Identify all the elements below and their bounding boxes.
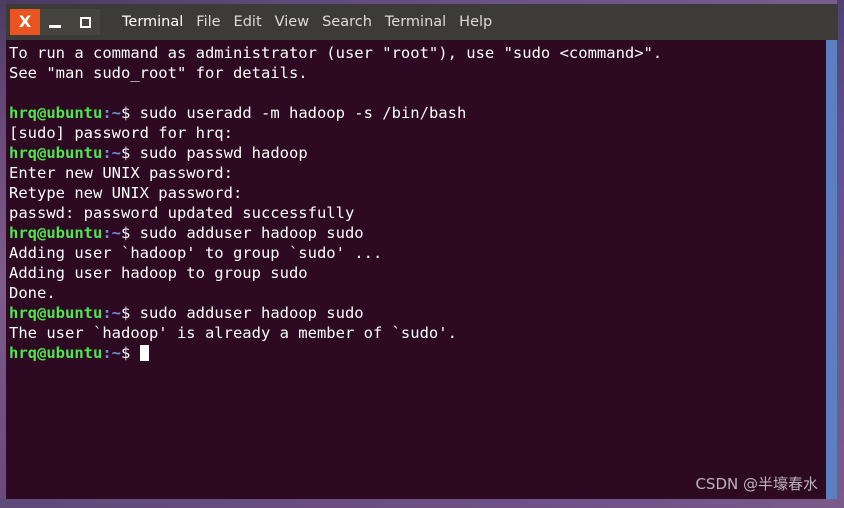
- terminal-line: passwd: password updated successfully: [9, 203, 826, 223]
- terminal-command: sudo adduser hadoop sudo: [130, 224, 364, 242]
- prompt-user: hrq@ubuntu: [9, 344, 103, 362]
- terminal-text: To run a command as administrator (user …: [9, 43, 826, 363]
- terminal-line: hrq@ubuntu:~$ sudo adduser hadoop sudo: [9, 303, 826, 323]
- text-cursor: [139, 345, 149, 361]
- terminal-line: See "man sudo_root" for details.: [9, 63, 826, 83]
- scrollbar[interactable]: [826, 40, 837, 499]
- terminal-output: Adding user `hadoop' to group `sudo' ...: [9, 244, 383, 262]
- terminal-line: Retype new UNIX password:: [9, 183, 826, 203]
- terminal-line: Adding user `hadoop' to group `sudo' ...: [9, 243, 826, 263]
- maximize-icon[interactable]: [70, 9, 100, 35]
- terminal-output: To run a command as administrator (user …: [9, 44, 663, 62]
- prompt-user: hrq@ubuntu: [9, 104, 103, 122]
- prompt-path: :~: [102, 344, 121, 362]
- prompt-user: hrq@ubuntu: [9, 224, 103, 242]
- minimize-glyph: [49, 24, 61, 28]
- terminal-command: sudo passwd hadoop: [130, 144, 308, 162]
- prompt-symbol: $: [121, 224, 131, 242]
- menu-item-help[interactable]: Help: [459, 14, 492, 30]
- terminal-output: The user `hadoop' is already a member of…: [9, 324, 457, 342]
- terminal-line: [sudo] password for hrq:: [9, 123, 826, 143]
- prompt-path: :~: [102, 304, 121, 322]
- window-title: Terminal: [122, 14, 184, 30]
- terminal-line: To run a command as administrator (user …: [9, 43, 826, 63]
- window-border-right: [837, 0, 844, 508]
- maximize-glyph: [79, 16, 91, 28]
- terminal-line: hrq@ubuntu:~$ sudo adduser hadoop sudo: [9, 223, 826, 243]
- scrollbar-thumb[interactable]: [826, 40, 837, 499]
- terminal-line: Adding user hadoop to group sudo: [9, 263, 826, 283]
- menu-item-file[interactable]: File: [196, 14, 220, 30]
- terminal-output: passwd: password updated successfully: [9, 204, 355, 222]
- menu-item-terminal[interactable]: Terminal: [385, 14, 446, 30]
- menu-item-edit[interactable]: Edit: [234, 14, 262, 30]
- terminal-output: Done.: [9, 284, 56, 302]
- terminal-line: hrq@ubuntu:~$ sudo passwd hadoop: [9, 143, 826, 163]
- window-controls: X: [10, 9, 100, 35]
- prompt-user: hrq@ubuntu: [9, 144, 103, 162]
- terminal-line: Done.: [9, 283, 826, 303]
- terminal-line: hrq@ubuntu:~$ sudo useradd -m hadoop -s …: [9, 103, 826, 123]
- terminal-command: sudo adduser hadoop sudo: [130, 304, 364, 322]
- terminal-line: The user `hadoop' is already a member of…: [9, 323, 826, 343]
- terminal-command: [130, 344, 139, 362]
- desktop-window-frame: X Terminal File Edit View Search Termina…: [0, 0, 844, 508]
- menu-item-search[interactable]: Search: [322, 14, 372, 30]
- prompt-symbol: $: [121, 144, 131, 162]
- prompt-symbol: $: [121, 104, 131, 122]
- terminal-output: Adding user hadoop to group sudo: [9, 264, 308, 282]
- prompt-user: hrq@ubuntu: [9, 304, 103, 322]
- terminal-command: sudo useradd -m hadoop -s /bin/bash: [130, 104, 467, 122]
- terminal-output-area[interactable]: To run a command as administrator (user …: [6, 40, 826, 499]
- terminal-output: [sudo] password for hrq:: [9, 124, 233, 142]
- terminal-output: Enter new UNIX password:: [9, 164, 233, 182]
- minimize-icon[interactable]: [40, 9, 70, 35]
- menubar: Terminal File Edit View Search Terminal …: [122, 14, 492, 30]
- terminal-output: Retype new UNIX password:: [9, 184, 243, 202]
- prompt-symbol: $: [121, 304, 131, 322]
- close-icon[interactable]: X: [10, 9, 40, 35]
- terminal-line: Enter new UNIX password:: [9, 163, 826, 183]
- prompt-path: :~: [102, 144, 121, 162]
- menu-item-view[interactable]: View: [275, 14, 309, 30]
- prompt-path: :~: [102, 224, 121, 242]
- terminal-output: See "man sudo_root" for details.: [9, 64, 308, 82]
- window-border-bottom: [0, 499, 844, 508]
- terminal-line: hrq@ubuntu:~$: [9, 343, 826, 363]
- prompt-symbol: $: [121, 344, 131, 362]
- prompt-path: :~: [102, 104, 121, 122]
- titlebar[interactable]: X Terminal File Edit View Search Termina…: [6, 4, 838, 40]
